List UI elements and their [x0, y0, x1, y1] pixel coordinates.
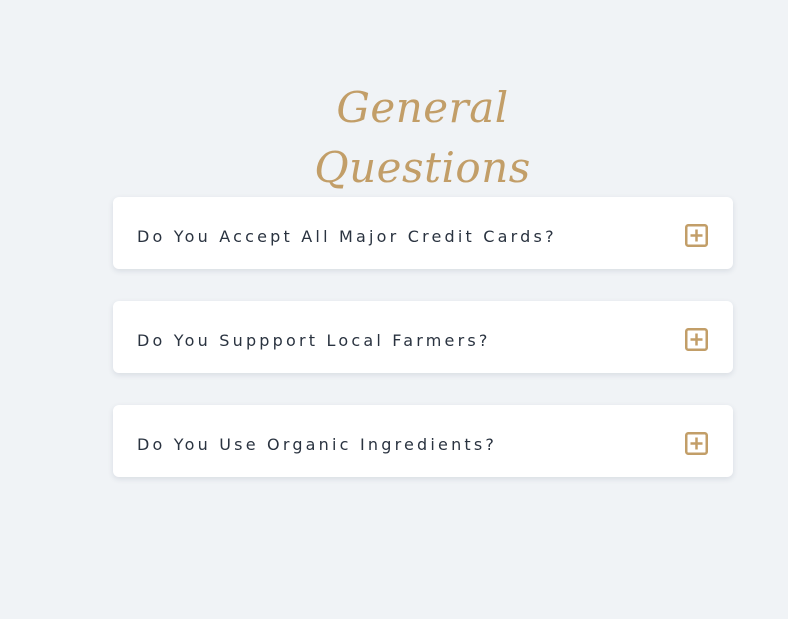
- plus-square-icon[interactable]: [685, 328, 708, 351]
- faq-question: Do You Suppport Local Farmers?: [137, 331, 491, 350]
- faq-question: Do You Use Organic Ingredients?: [137, 435, 498, 454]
- faq-item-organic-ingredients[interactable]: Do You Use Organic Ingredients?: [113, 405, 733, 477]
- plus-square-icon[interactable]: [685, 224, 708, 247]
- plus-square-icon[interactable]: [685, 432, 708, 455]
- section-title: General Questions: [314, 83, 531, 192]
- faq-item-local-farmers[interactable]: Do You Suppport Local Farmers?: [113, 301, 733, 373]
- faq-item-credit-cards[interactable]: Do You Accept All Major Credit Cards?: [113, 197, 733, 269]
- faq-list: Do You Accept All Major Credit Cards? Do…: [113, 197, 733, 509]
- faq-question: Do You Accept All Major Credit Cards?: [137, 227, 557, 246]
